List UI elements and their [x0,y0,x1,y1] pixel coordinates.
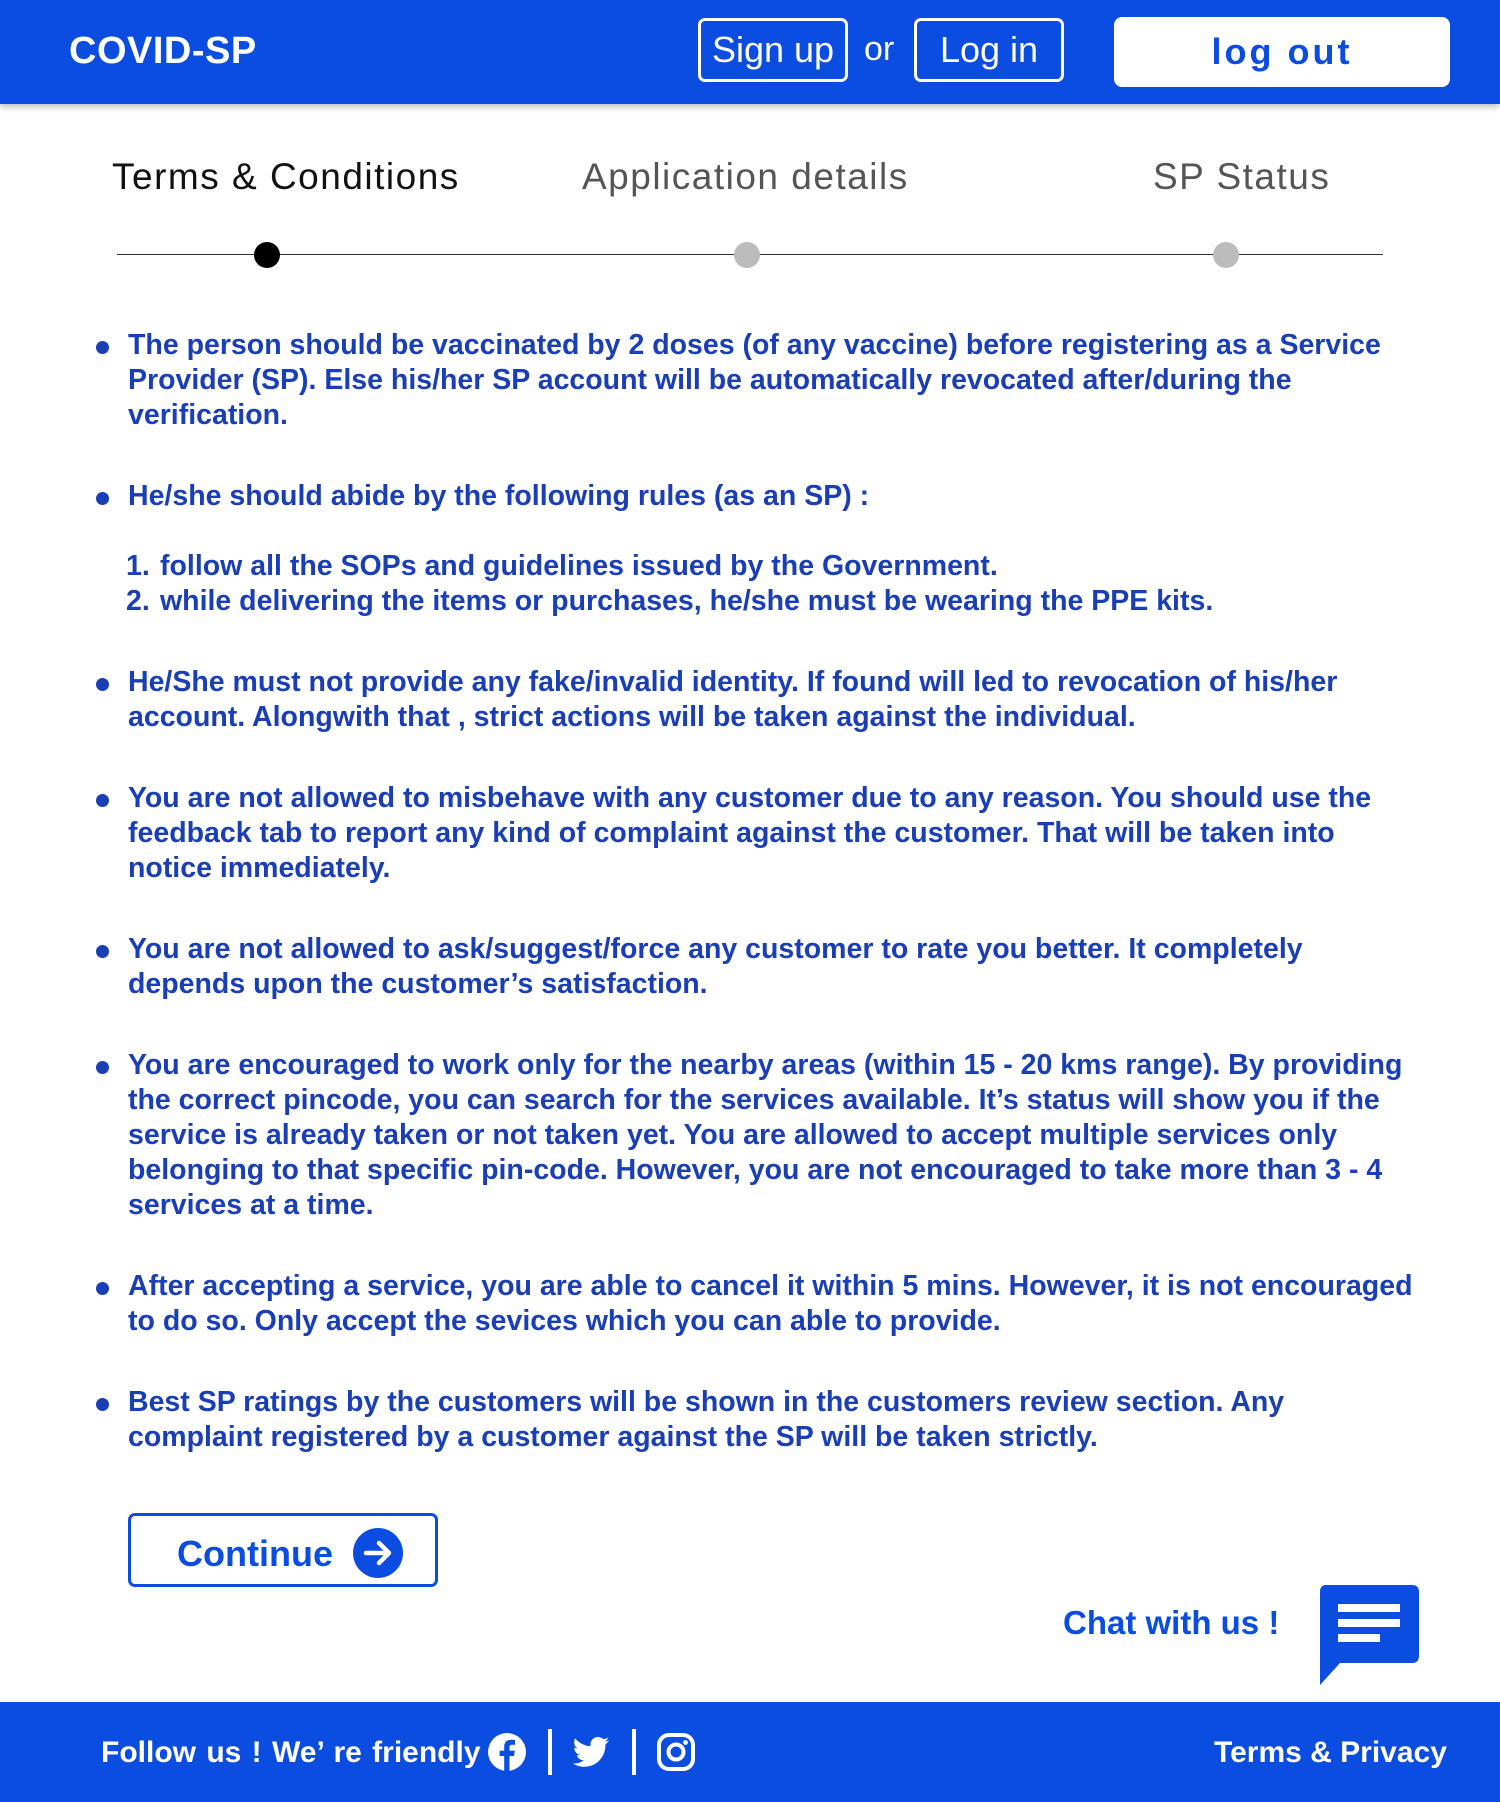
rules-sublist: 1. follow all the SOPs and guidelines is… [94,549,1424,619]
step-indicator-upcoming [1213,242,1239,268]
term-item: Best SP ratings by the customers will be… [94,1385,1424,1455]
continue-label: Continue [177,1533,333,1574]
divider [632,1729,636,1775]
or-separator-text: or [864,30,895,68]
step-sp-status[interactable]: SP Status [1153,156,1330,198]
arrow-right-circle-icon [353,1528,403,1578]
term-text: The person should be vaccinated by 2 dos… [128,329,1381,431]
step-indicator-upcoming [734,242,760,268]
bullet-icon [96,1282,109,1295]
step-application-details[interactable]: Application details [582,156,909,198]
login-button[interactable]: Log in [914,18,1064,82]
step-terms-conditions[interactable]: Terms & Conditions [112,156,460,198]
twitter-icon[interactable] [571,1732,611,1772]
rule-text: follow all the SOPs and guidelines issue… [160,550,998,582]
term-item: After accepting a service, you are able … [94,1269,1424,1339]
term-item: You are not allowed to ask/suggest/force… [94,932,1424,1002]
follow-us-text: Follow us ! We’ re friendly : [101,1736,501,1769]
bullet-icon [96,492,109,505]
chat-with-us-link[interactable]: Chat with us ! [1063,1604,1279,1642]
divider [548,1729,552,1775]
term-text: He/she should abide by the following rul… [128,480,870,512]
term-item: You are not allowed to misbehave with an… [94,781,1424,886]
chat-bubble-icon[interactable] [1318,1583,1420,1685]
term-text: After accepting a service, you are able … [128,1270,1413,1337]
bullet-icon [96,945,109,958]
bullet-icon [96,1398,109,1411]
logout-button[interactable]: log out [1114,17,1450,87]
terms-list: The person should be vaccinated by 2 dos… [94,328,1424,1501]
term-item: He/she should abide by the following rul… [94,479,1424,514]
footer-bar: Follow us ! We’ re friendly : Terms & Pr… [0,1702,1500,1802]
term-item: He/She must not provide any fake/invalid… [94,665,1424,735]
term-item: The person should be vaccinated by 2 dos… [94,328,1424,433]
rule-item: 1. follow all the SOPs and guidelines is… [126,549,1424,584]
term-text: He/She must not provide any fake/invalid… [128,666,1338,733]
brand-logo[interactable]: COVID-SP [69,30,257,73]
term-text: You are not allowed to ask/suggest/force… [128,933,1303,1000]
term-item: You are encouraged to work only for the … [94,1048,1424,1223]
bullet-icon [96,1061,109,1074]
instagram-icon[interactable] [656,1732,696,1772]
rule-item: 2. while delivering the items or purchas… [126,584,1424,619]
term-text: You are encouraged to work only for the … [128,1049,1403,1221]
rule-number: 1. [126,550,150,582]
bullet-icon [96,794,109,807]
signup-button[interactable]: Sign up [698,18,848,82]
terms-privacy-link[interactable]: Terms & Privacy [1214,1736,1447,1770]
bullet-icon [96,341,109,354]
continue-button[interactable]: Continue [128,1513,438,1587]
step-indicator-current [254,242,280,268]
top-nav-bar: COVID-SP Sign up or Log in log out [0,0,1500,104]
bullet-icon [96,678,109,691]
facebook-icon[interactable] [487,1732,527,1772]
term-text: Best SP ratings by the customers will be… [128,1386,1285,1453]
term-text: You are not allowed to misbehave with an… [128,782,1372,884]
rule-text: while delivering the items or purchases,… [160,585,1214,617]
rule-number: 2. [126,585,150,617]
